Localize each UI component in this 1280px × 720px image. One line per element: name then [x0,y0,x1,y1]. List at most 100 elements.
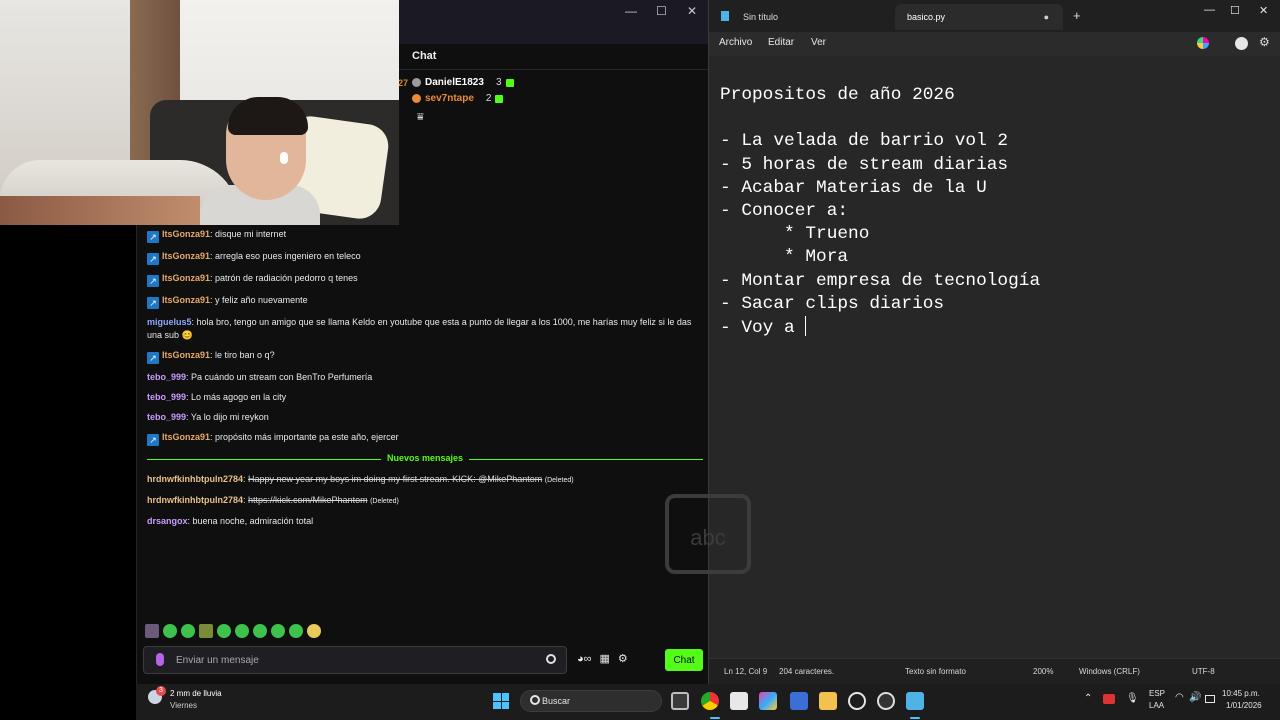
chevron-up-icon[interactable]: ⌃ [1084,693,1092,704]
tab-basico-py[interactable]: basico.py ● [895,4,1063,30]
chat-username[interactable]: ItsGonza91 [162,295,210,305]
start-button[interactable] [493,693,509,709]
store-app-icon[interactable] [730,692,748,710]
chat-username[interactable]: ItsGonza91 [162,251,210,261]
emote-icon[interactable] [271,624,285,638]
leaderboard-entry[interactable]: sev7ntape 2 [412,93,504,104]
wifi-icon[interactable]: ◠ [1175,692,1184,703]
emote-icon[interactable] [145,624,159,638]
close-button[interactable]: ✕ [687,4,697,18]
taskbar-search[interactable]: Buscar [520,690,662,712]
badge-icon [412,94,421,103]
maximize-button[interactable]: ☐ [656,4,667,18]
badge-icon [412,78,421,87]
points-icon[interactable]: ◕∞ [577,653,592,665]
moderator-badge-icon: ↗ [147,275,159,287]
emote-icon[interactable] [235,624,249,638]
gear-icon[interactable]: ⚙ [618,652,628,665]
minimize-button[interactable]: — [1204,4,1215,16]
text-line-content: Propositos de año 2026 [720,85,955,105]
text-caret [805,316,807,337]
chat-username[interactable]: ItsGonza91 [162,350,210,360]
volume-icon[interactable]: 🔊 [1189,692,1201,703]
minimize-button[interactable]: — [625,4,637,18]
moderator-badge-icon: ↗ [147,297,159,309]
expand-leaderboard-icon[interactable]: ⩸ [417,111,424,124]
store-icon[interactable]: ▦ [600,652,610,665]
chat-title: Chat [412,50,437,62]
leaderboard-entry[interactable]: 27 DanielE1823 3 [398,77,514,88]
battery-icon[interactable] [1205,695,1215,703]
chat-message: drsangox: buena noche, admiración total [147,516,314,526]
menu-archivo[interactable]: Archivo [719,37,752,48]
chat-message: ↗ ItsGonza91: arregla eso pues ingeniero … [147,250,703,265]
tab-sin-titulo[interactable]: Sin título [719,4,879,30]
emote-icon[interactable] [199,624,213,638]
chat-message-text: Pa cuándo un stream con BenTro Perfumerí… [191,372,373,382]
emote-icon[interactable] [307,624,321,638]
moderator-badge-icon: ↗ [147,231,159,243]
emote-icon[interactable] [163,624,177,638]
emote-icon[interactable] [217,624,231,638]
clock-date[interactable]: 1/01/2026 [1226,701,1262,710]
unsaved-dot-icon[interactable]: ● [1044,4,1049,30]
new-tab-button[interactable]: + [1073,8,1081,23]
copilot-icon[interactable] [1197,37,1209,49]
deleted-tag: (Deleted) [370,498,399,505]
file-explorer-icon[interactable] [819,692,837,710]
send-chat-button[interactable]: Chat [665,649,703,671]
microphone-icon[interactable] [156,653,164,666]
moderator-badge-icon: ↗ [147,352,159,364]
chat-message-text: propósito más importante pa este año, ej… [215,432,399,442]
clock-time[interactable]: 10:45 p.m. [1222,689,1260,698]
emote-bar [145,624,321,638]
copilot-app-icon[interactable] [759,692,777,710]
text-format: Texto sin formato [905,667,966,676]
chat-username[interactable]: miguelus5 [147,317,192,327]
cursor-position: Ln 12, Col 9 [724,667,768,676]
chat-username[interactable]: ItsGonza91 [162,432,210,442]
chat-input[interactable] [176,651,536,669]
emote-icon[interactable] [253,624,267,638]
zoom-level[interactable]: 200% [1033,667,1053,676]
chat-username[interactable]: hrdnwfkinhbtpuln2784 [147,474,243,484]
menu-ver[interactable]: Ver [811,37,826,48]
tray-app-icon[interactable] [1103,694,1115,704]
maximize-button[interactable]: ☐ [1230,4,1240,17]
chat-username[interactable]: tebo_999 [147,412,186,422]
notepad-text[interactable]: Propositos de año 2026 - La velada de bar… [720,84,1040,340]
teams-icon[interactable] [790,692,808,710]
text-line-content: - Acabar Materias de la U [720,177,987,198]
menu-editar[interactable]: Editar [768,37,794,48]
settings-gear-icon[interactable]: ⚙ [1259,35,1270,49]
language-indicator[interactable]: ESP [1149,689,1165,698]
chat-username[interactable]: tebo_999 [147,372,186,382]
emoji-icon[interactable] [546,654,556,664]
chat-username[interactable]: hrdnwfkinhbtpuln2784 [147,495,243,505]
task-view-icon[interactable] [671,692,689,710]
chat-username[interactable]: ItsGonza91 [162,229,210,239]
text-line: * Trueno [720,223,1040,246]
close-button[interactable]: ✕ [1259,4,1268,17]
emote-icon[interactable] [181,624,195,638]
text-line-content: - La velada de barrio vol 2 [720,131,1009,152]
chat-username[interactable]: tebo_999 [147,392,186,402]
text-line [720,107,1040,130]
microphone-tray-icon[interactable]: 🎙 [1126,693,1139,704]
obs-icon[interactable] [848,692,866,710]
chat-username[interactable]: ItsGonza91 [162,273,210,283]
chat-username[interactable]: drsangox [147,516,188,526]
notepad-taskbar-icon[interactable] [906,692,924,710]
chat-message: tebo_999: Pa cuándo un stream con BenTro… [147,372,373,382]
text-line: - La velada de barrio vol 2 [720,130,1040,153]
chat-message-text: patrón de radiación pedorro q tenes [215,273,358,283]
chat-message: ↗ ItsGonza91: disque mi internet [147,228,703,243]
leaderboard-count: 2 [485,93,492,104]
account-icon[interactable] [1235,37,1248,50]
chat-message-text[interactable]: https://kick.com/MikePhantom [248,495,368,505]
chrome-icon[interactable] [701,692,719,710]
app-icon[interactable] [877,692,895,710]
text-line-content: * Mora [720,247,849,268]
emote-icon[interactable] [289,624,303,638]
chat-message-text: hola bro, tengo un amigo que se llama Ke… [147,317,692,340]
